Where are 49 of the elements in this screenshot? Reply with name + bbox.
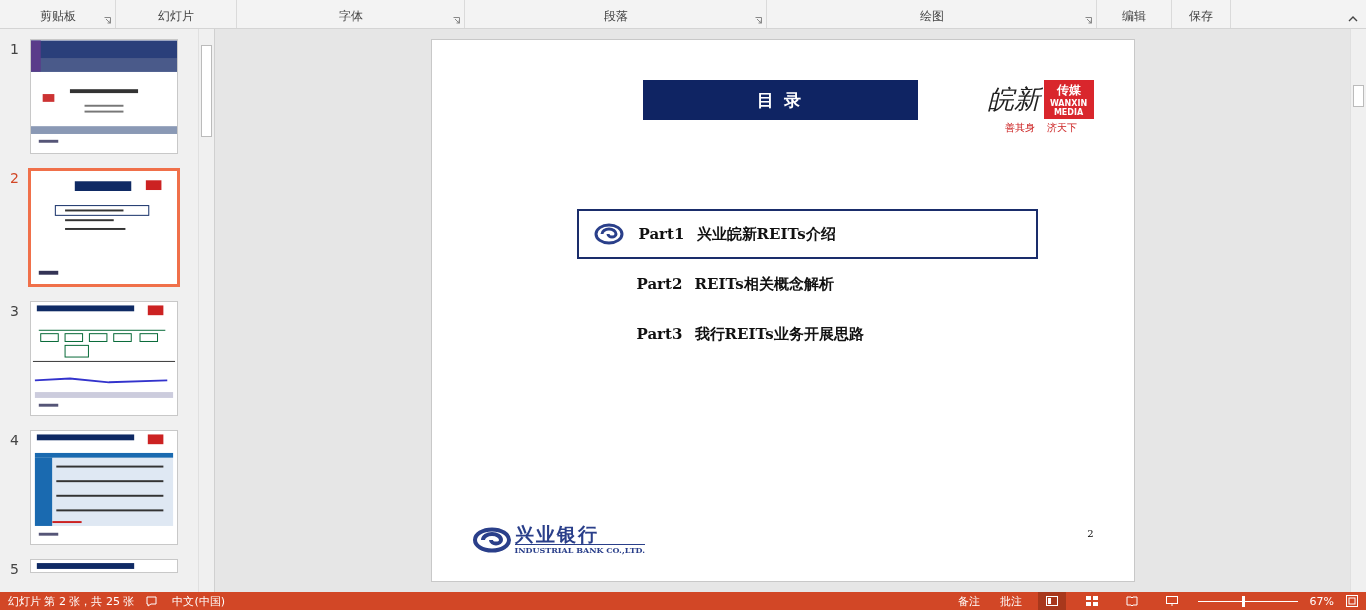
slide-thumbnail[interactable] (28, 168, 180, 287)
dialog-launcher-icon[interactable] (453, 17, 460, 24)
dialog-launcher-icon[interactable] (1085, 17, 1092, 24)
page-number: 2 (1087, 528, 1094, 539)
brand-slogan: 济天下 (1046, 121, 1077, 135)
zoom-level[interactable]: 67% (1309, 594, 1334, 608)
slide-title: 目 录 (642, 80, 918, 120)
slide-thumbnail[interactable] (30, 39, 178, 154)
part-label: Part1 (638, 225, 686, 243)
slide-counter: 幻灯片 第 2 张，共 25 张 (8, 593, 135, 609)
slide-number: 2 (10, 169, 20, 186)
zoom-slider[interactable] (1197, 595, 1298, 607)
part-label: Part2 (636, 275, 684, 293)
dialog-launcher-icon[interactable] (755, 17, 762, 24)
normal-view-icon[interactable] (1037, 592, 1066, 610)
ribbon-group-label: 段落 (603, 8, 628, 25)
bank-emblem-icon (593, 223, 624, 245)
ribbon-group-label: 绘图 (919, 8, 944, 25)
ribbon-group-label: 字体 (338, 8, 363, 25)
notes-button[interactable]: 备注 (953, 593, 984, 609)
slide-number: 3 (10, 302, 20, 319)
ribbon-group-label: 保存 (1189, 8, 1213, 25)
bank-emblem-icon (471, 526, 512, 553)
part-label: Part3 (636, 325, 684, 343)
brand-slogan: 善其身 (1004, 121, 1035, 135)
scrollbar[interactable] (1350, 29, 1366, 592)
comments-button[interactable]: 批注 (995, 593, 1026, 609)
bank-name-english: INDUSTRIAL BANK CO.,LTD. (514, 544, 646, 555)
ribbon-group-label: 剪贴板 (39, 8, 76, 25)
ribbon-group-label: 幻灯片 (158, 8, 194, 25)
slide-number: 1 (10, 40, 20, 57)
dialog-launcher-icon[interactable] (104, 17, 111, 24)
slide-number: 4 (10, 431, 20, 448)
slide-thumbnail[interactable] (30, 559, 178, 573)
bank-name: 兴业银行 (514, 524, 600, 544)
part-title: 兴业皖新REITs介绍 (696, 224, 836, 244)
collapse-ribbon-icon[interactable] (1348, 16, 1358, 22)
slide-thumbnail[interactable] (30, 301, 178, 416)
part-title: 我行REITs业务开展思路 (694, 324, 864, 344)
zoom-slider-thumb[interactable] (1242, 595, 1246, 607)
ribbon-group-label: 编辑 (1122, 8, 1146, 25)
brand-tag-text: 传媒 (1056, 82, 1081, 99)
language-indicator[interactable]: 中文(中国) (172, 593, 226, 609)
fit-to-window-icon[interactable] (1346, 595, 1358, 607)
slide-thumbnail[interactable] (30, 430, 178, 545)
slide-number: 5 (10, 560, 20, 577)
brand-tag-text: WANXIN MEDIA (1048, 99, 1089, 117)
scrollbar[interactable] (198, 29, 214, 592)
part-title: REITs相关概念解析 (694, 274, 834, 294)
